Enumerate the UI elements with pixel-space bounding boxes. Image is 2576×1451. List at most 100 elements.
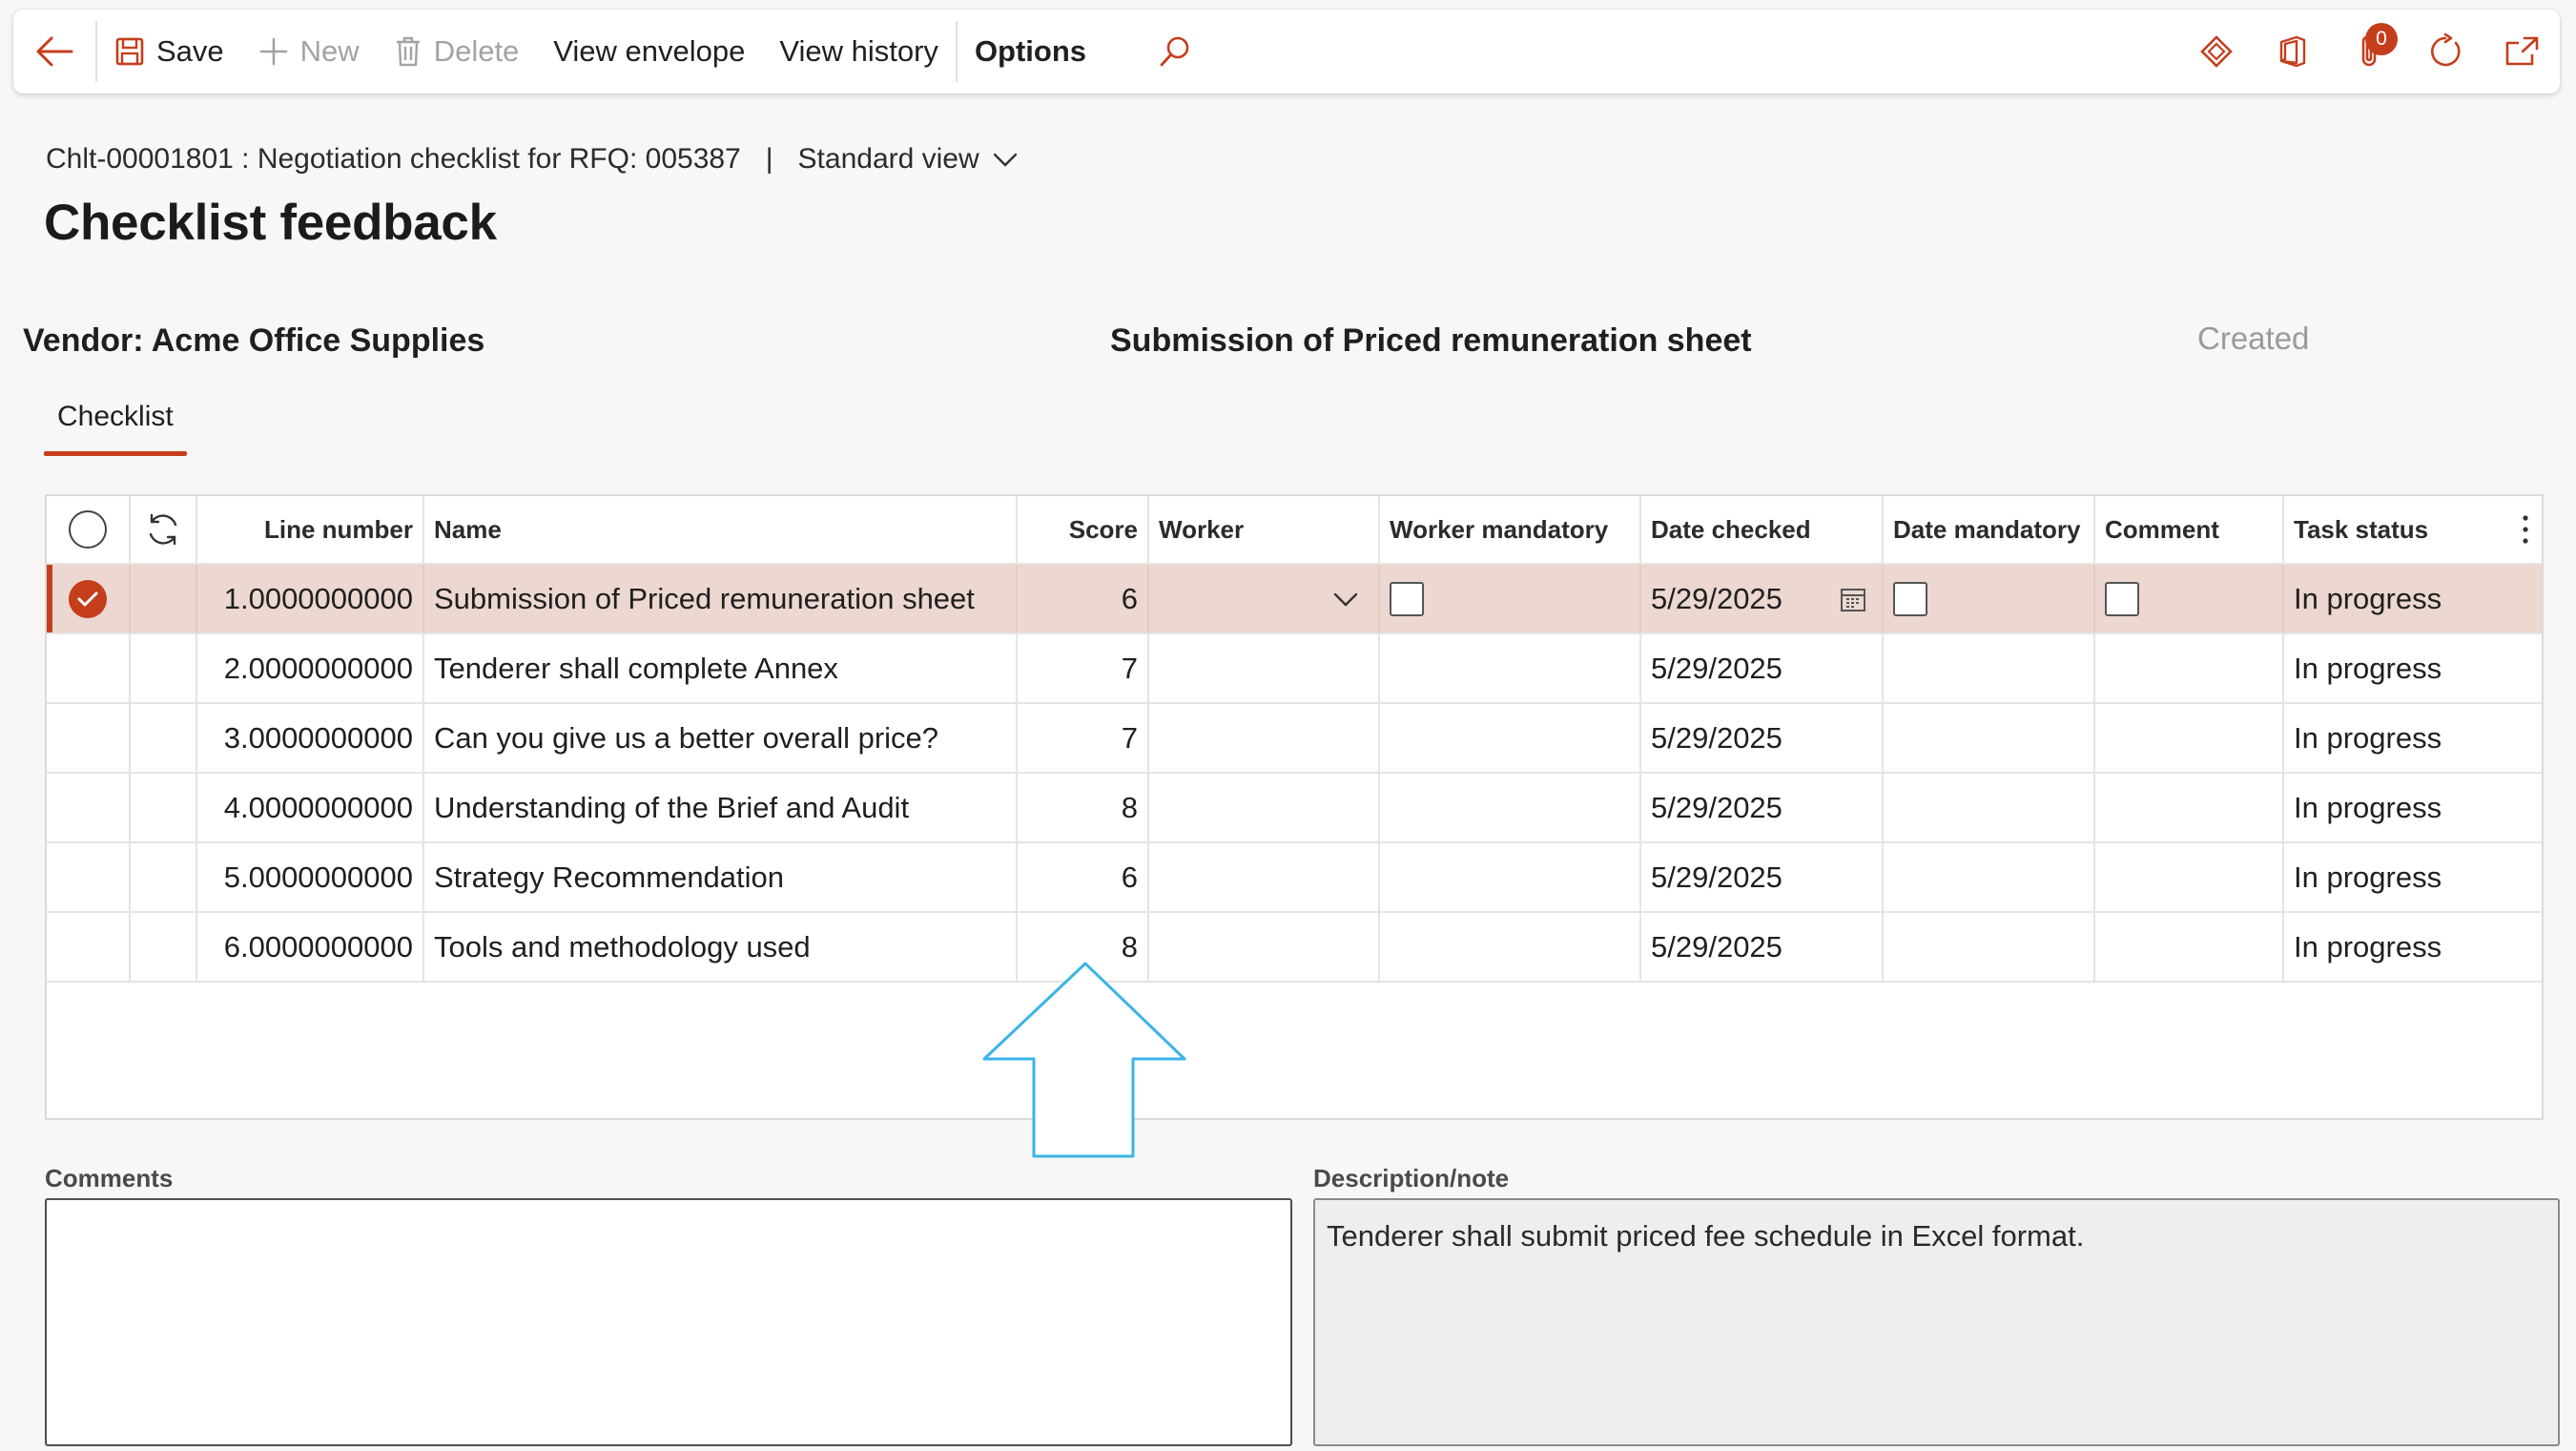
- table-row[interactable]: 2.0000000000 Tenderer shall complete Ann…: [47, 634, 2542, 704]
- row-select-cell[interactable]: [47, 704, 131, 772]
- callout-arrow-icon: [982, 962, 1186, 1158]
- line-number-cell[interactable]: 6.0000000000: [197, 913, 424, 981]
- line-number-cell[interactable]: 2.0000000000: [197, 634, 424, 702]
- row-select-cell[interactable]: [47, 843, 131, 911]
- name-cell[interactable]: Understanding of the Brief and Audit: [424, 774, 1018, 841]
- worker-mandatory-cell[interactable]: [1380, 565, 1641, 632]
- worker-mandatory-checkbox[interactable]: [1390, 581, 1424, 616]
- name-cell[interactable]: Strategy Recommendation: [424, 843, 1018, 911]
- calendar-icon[interactable]: [1840, 586, 1866, 612]
- open-new-window-button[interactable]: [2483, 10, 2560, 93]
- worker-lookup[interactable]: [1149, 565, 1380, 632]
- date-mandatory-cell[interactable]: [1884, 565, 2095, 632]
- date-mandatory-cell[interactable]: [1884, 913, 2095, 981]
- date-mandatory-cell[interactable]: [1884, 843, 2095, 911]
- date-checked-cell[interactable]: 5/29/2025: [1641, 774, 1884, 841]
- worker-mandatory-cell[interactable]: [1380, 704, 1641, 772]
- worker-mandatory-cell[interactable]: [1380, 774, 1641, 841]
- comment-cell[interactable]: [2095, 913, 2284, 981]
- new-button[interactable]: New: [241, 10, 377, 93]
- comment-cell[interactable]: [2095, 843, 2284, 911]
- tab-checklist[interactable]: Checklist: [44, 401, 187, 456]
- line-number-cell[interactable]: 4.0000000000: [197, 774, 424, 841]
- line-number-cell[interactable]: 3.0000000000: [197, 704, 424, 772]
- comment-cell[interactable]: [2095, 565, 2284, 632]
- date-mandatory-cell[interactable]: [1884, 774, 2095, 841]
- table-row[interactable]: 4.0000000000 Understanding of the Brief …: [47, 774, 2542, 843]
- options-menu[interactable]: Options: [958, 10, 1103, 93]
- task-status-cell[interactable]: In progress: [2284, 913, 2542, 981]
- row-select-cell[interactable]: [47, 913, 131, 981]
- worker-mandatory-cell[interactable]: [1380, 634, 1641, 702]
- date-checked-cell[interactable]: 5/29/2025: [1641, 843, 1884, 911]
- score-cell[interactable]: 6: [1018, 843, 1149, 911]
- date-checked-field[interactable]: 5/29/2025: [1641, 565, 1884, 632]
- comment-checkbox[interactable]: [2105, 581, 2139, 616]
- row-select-cell[interactable]: [47, 565, 131, 632]
- line-number-cell[interactable]: 1.0000000000: [197, 565, 424, 632]
- column-header-score[interactable]: Score: [1018, 496, 1149, 563]
- column-header-comment[interactable]: Comment: [2095, 496, 2284, 563]
- view-envelope-button[interactable]: View envelope: [536, 10, 762, 93]
- back-button[interactable]: [13, 10, 95, 93]
- row-select-cell[interactable]: [47, 774, 131, 841]
- task-status-cell[interactable]: In progress: [2284, 843, 2542, 911]
- date-mandatory-cell[interactable]: [1884, 704, 2095, 772]
- name-cell[interactable]: Tenderer shall complete Annex: [424, 634, 1018, 702]
- column-header-worker[interactable]: Worker: [1149, 496, 1380, 563]
- view-history-button[interactable]: View history: [762, 10, 956, 93]
- name-cell[interactable]: Submission of Priced remuneration sheet: [424, 565, 1018, 632]
- comment-cell[interactable]: [2095, 634, 2284, 702]
- power-apps-button[interactable]: [2178, 10, 2255, 93]
- view-selector[interactable]: Standard view: [798, 143, 1021, 176]
- save-button[interactable]: Save: [97, 10, 241, 93]
- table-row[interactable]: 6.0000000000 Tools and methodology used …: [47, 913, 2542, 983]
- attachments-button[interactable]: 0: [2331, 10, 2407, 93]
- refresh-column[interactable]: [131, 496, 197, 563]
- task-status-cell[interactable]: In progress: [2284, 634, 2542, 702]
- column-header-date-mandatory[interactable]: Date mandatory: [1884, 496, 2095, 563]
- task-status-cell[interactable]: In progress: [2284, 704, 2542, 772]
- score-cell[interactable]: 7: [1018, 634, 1149, 702]
- column-header-line-number[interactable]: Line number: [197, 496, 424, 563]
- worker-mandatory-cell[interactable]: [1380, 843, 1641, 911]
- column-header-date-checked[interactable]: Date checked: [1641, 496, 1884, 563]
- office-button[interactable]: [2255, 10, 2331, 93]
- comment-cell[interactable]: [2095, 774, 2284, 841]
- delete-button[interactable]: Delete: [377, 10, 537, 93]
- table-row[interactable]: 1.0000000000 Submission of Priced remune…: [47, 565, 2542, 634]
- worker-cell[interactable]: [1149, 634, 1380, 702]
- score-cell[interactable]: 7: [1018, 704, 1149, 772]
- row-select-cell[interactable]: [47, 634, 131, 702]
- task-status-cell[interactable]: In progress: [2284, 565, 2542, 632]
- column-header-worker-mandatory[interactable]: Worker mandatory: [1380, 496, 1641, 563]
- date-checked-cell[interactable]: 5/29/2025: [1641, 704, 1884, 772]
- column-header-task-status[interactable]: Task status: [2284, 496, 2542, 563]
- score-cell[interactable]: 6: [1018, 565, 1149, 632]
- worker-mandatory-cell[interactable]: [1380, 913, 1641, 981]
- more-options-icon[interactable]: [2521, 512, 2530, 547]
- score-cell[interactable]: 8: [1018, 774, 1149, 841]
- select-all-radio[interactable]: [69, 510, 107, 549]
- comments-field[interactable]: [45, 1198, 1292, 1446]
- chevron-down-icon[interactable]: [1330, 589, 1361, 610]
- date-checked-cell[interactable]: 5/29/2025: [1641, 913, 1884, 981]
- search-button[interactable]: [1142, 10, 1208, 93]
- worker-cell[interactable]: [1149, 843, 1380, 911]
- column-header-name[interactable]: Name: [424, 496, 1018, 563]
- row-selected-check[interactable]: [69, 579, 107, 618]
- date-checked-cell[interactable]: 5/29/2025: [1641, 634, 1884, 702]
- worker-cell[interactable]: [1149, 774, 1380, 841]
- refresh-button[interactable]: [2407, 10, 2483, 93]
- date-mandatory-checkbox[interactable]: [1893, 581, 1927, 616]
- worker-cell[interactable]: [1149, 704, 1380, 772]
- table-row[interactable]: 3.0000000000 Can you give us a better ov…: [47, 704, 2542, 774]
- comment-cell[interactable]: [2095, 704, 2284, 772]
- task-status-cell[interactable]: In progress: [2284, 774, 2542, 841]
- table-row[interactable]: 5.0000000000 Strategy Recommendation 6 5…: [47, 843, 2542, 913]
- line-number-cell[interactable]: 5.0000000000: [197, 843, 424, 911]
- select-all-column[interactable]: [47, 496, 131, 563]
- name-cell[interactable]: Tools and methodology used: [424, 913, 1018, 981]
- name-cell[interactable]: Can you give us a better overall price?: [424, 704, 1018, 772]
- date-mandatory-cell[interactable]: [1884, 634, 2095, 702]
